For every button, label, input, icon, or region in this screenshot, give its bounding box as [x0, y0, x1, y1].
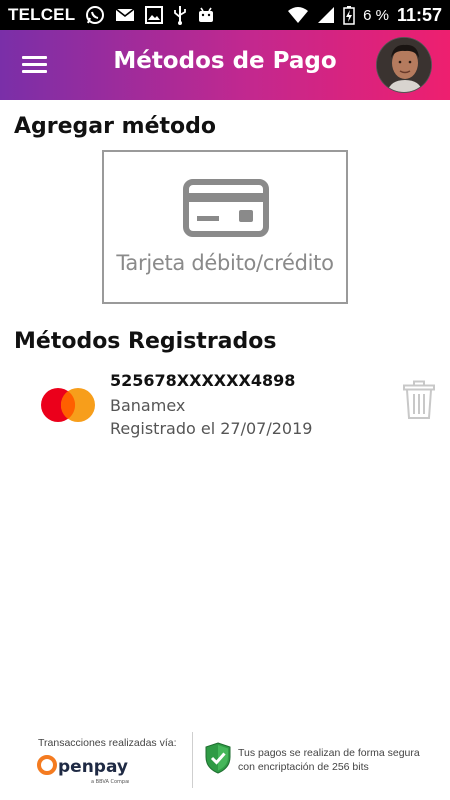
shield-check-icon [205, 742, 231, 778]
card-number: 525678XXXXXX4898 [110, 371, 296, 390]
mail-icon [115, 7, 135, 23]
battery-charging-icon [343, 5, 355, 25]
signal-icon [317, 6, 335, 24]
android-icon [197, 6, 215, 24]
mastercard-logo [40, 387, 96, 423]
credit-card-icon [182, 178, 270, 242]
carrier-name: TELCEL [8, 5, 76, 24]
add-method-heading: Agregar método [14, 114, 216, 139]
status-bar: TELCEL 6 % 11:57 [0, 0, 450, 30]
avatar[interactable] [376, 37, 432, 93]
bank-name: Banamex [110, 396, 186, 415]
delete-method-button[interactable] [402, 380, 436, 420]
app-bar: Métodos de Pago [0, 30, 450, 100]
whatsapp-icon [85, 5, 105, 25]
secure-payment-text: Tus pagos se realizan de forma segura co… [238, 747, 420, 773]
usb-icon [173, 5, 187, 25]
registered-methods-heading: Métodos Registrados [14, 329, 277, 354]
list-item[interactable]: 525678XXXXXX4898 Banamex Registrado el 2… [0, 368, 450, 444]
add-card-option[interactable]: Tarjeta débito/crédito [102, 150, 348, 304]
clock-time: 11:57 [396, 4, 442, 25]
footer-divider [192, 732, 193, 788]
add-card-label: Tarjeta débito/crédito [116, 251, 334, 275]
svg-text:a BBVA Company: a BBVA Company [91, 779, 129, 785]
footer: Transacciones realizadas vía: penpay a B… [0, 730, 450, 792]
wifi-icon [287, 6, 309, 24]
trash-icon [403, 380, 435, 419]
profile-photo [377, 38, 431, 92]
image-icon [145, 6, 164, 24]
openpay-logo: penpay a BBVA Company [37, 752, 134, 790]
battery-percentage: 6 % [363, 6, 389, 24]
svg-text:penpay: penpay [58, 757, 128, 777]
via-label: Transacciones realizadas vía: [38, 737, 177, 749]
registration-date: Registrado el 27/07/2019 [110, 419, 313, 438]
